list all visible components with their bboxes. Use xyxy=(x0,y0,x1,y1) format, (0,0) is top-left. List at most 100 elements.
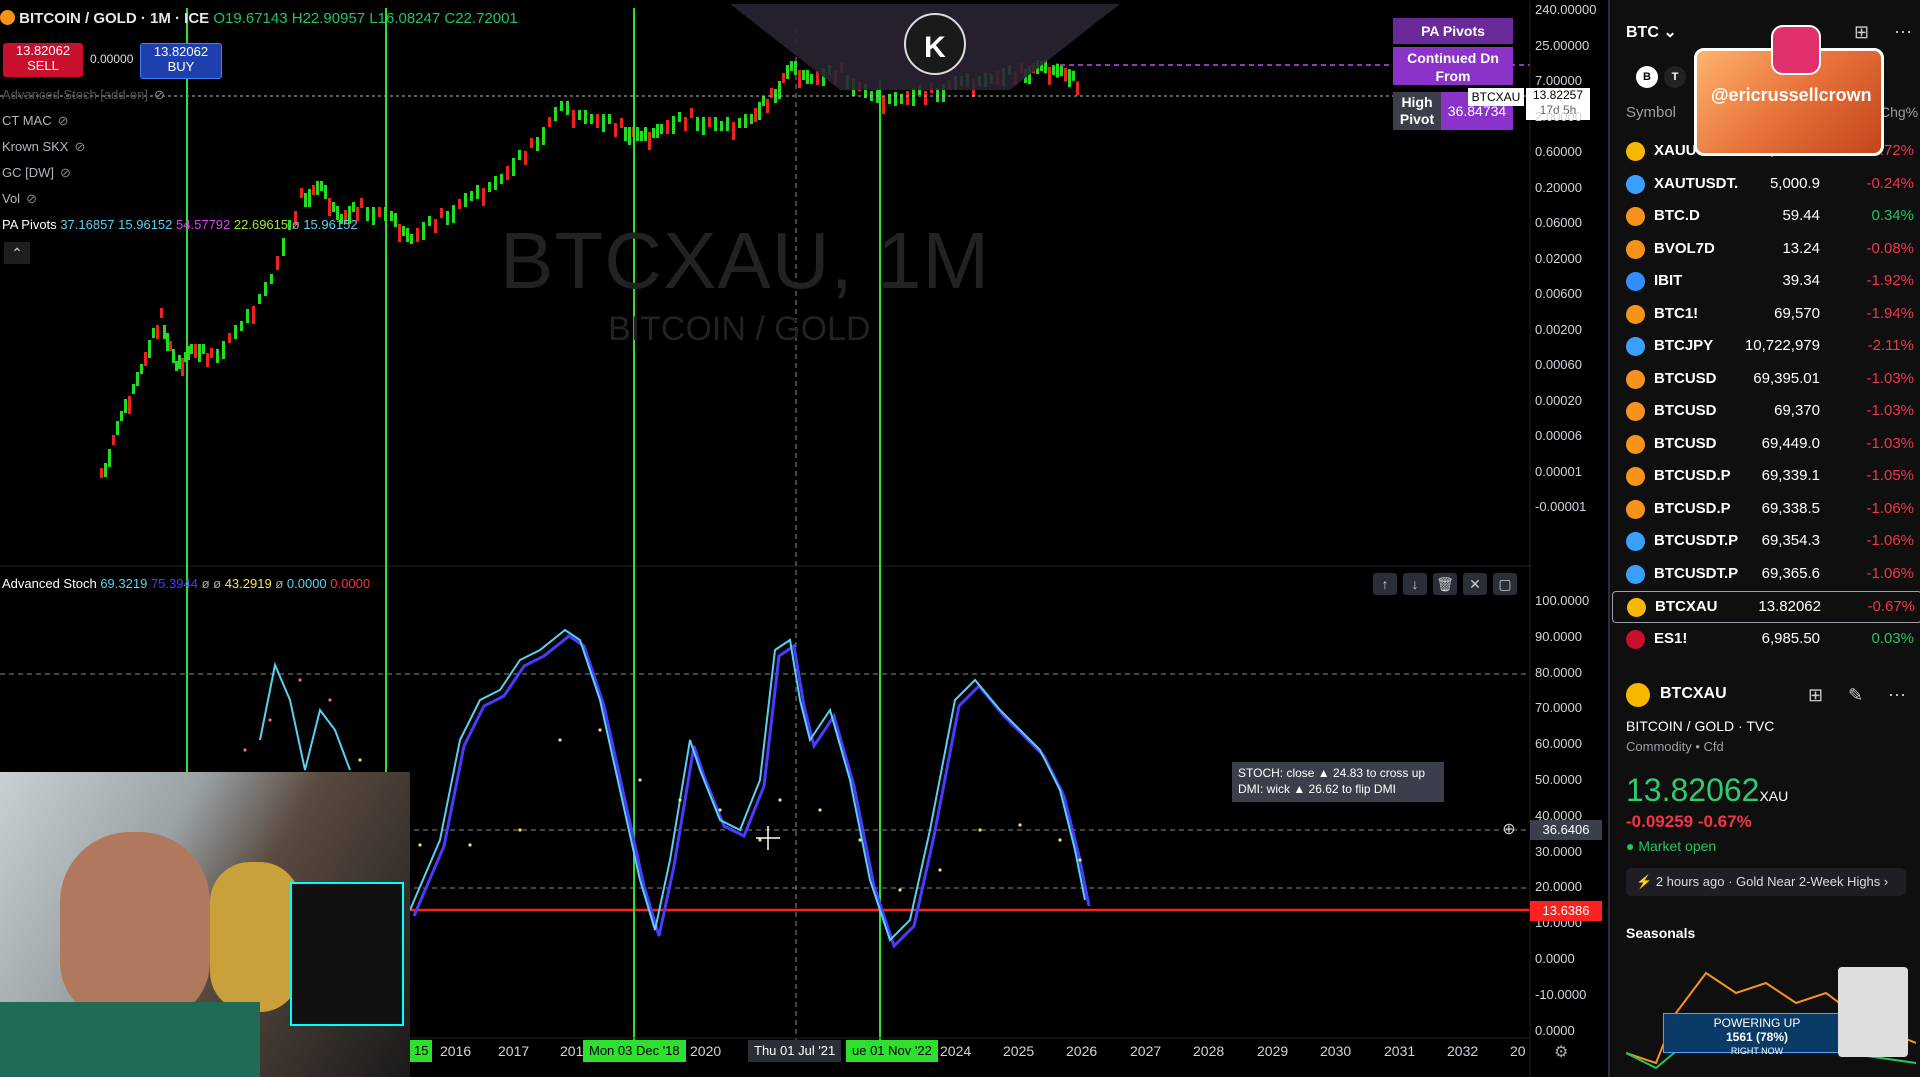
watermark-name: BITCOIN / GOLD xyxy=(608,310,871,348)
stoch-axis-label: 90.0000 xyxy=(1535,628,1582,644)
edit-icon[interactable]: ✎ xyxy=(1848,685,1863,706)
eye-off-icon[interactable]: ⊘ xyxy=(74,139,85,155)
sell-price: 13.82062 xyxy=(15,43,71,58)
watchlist-row[interactable]: ES1! 6,985.50 0.03% xyxy=(1612,624,1920,654)
indicator-advanced-stoch[interactable]: Advanced Stoch [add-on] ⊘ xyxy=(2,87,165,103)
watchlist-name[interactable]: BTC ⌄ xyxy=(1626,22,1677,42)
indicator-krown-skx[interactable]: Krown SKX ⊘ xyxy=(2,139,85,155)
sell-button[interactable]: 13.82062 SELL xyxy=(3,43,83,77)
layout-grid-icon[interactable]: ⊞ xyxy=(1854,22,1869,43)
indicator-gc-dw[interactable]: GC [DW] ⊘ xyxy=(2,165,71,181)
candle xyxy=(398,224,401,242)
instagram-overlay: @ericrussellcrown xyxy=(1694,25,1884,156)
watchlist-last: 69,338.5 xyxy=(1761,499,1820,517)
add-plus-icon[interactable]: ⊕ xyxy=(1499,820,1519,840)
buy-button[interactable]: 13.82062 BUY xyxy=(140,43,222,79)
watchlist-last: 69,370 xyxy=(1774,402,1820,419)
chart-header: BITCOIN / GOLD · 1M · ICE O19.67143 H22.… xyxy=(0,10,518,27)
watchlist-row[interactable]: IBIT 39.34 -1.92% xyxy=(1612,266,1920,296)
watchlist-symbol: BTCJPY xyxy=(1654,337,1714,354)
x-highlight-nov22: ue 01 Nov '22 xyxy=(846,1040,938,1062)
price-axis-label: 0.00200 xyxy=(1535,321,1582,337)
watchlist-row[interactable]: BTCUSD 69,449.0 -1.03% xyxy=(1612,429,1920,459)
price-axis-label: 0.00600 xyxy=(1535,286,1582,301)
price-axis-label: 0.00001 xyxy=(1535,463,1582,479)
stoch-axis-label: 100.0000 xyxy=(1535,593,1590,608)
eye-off-icon[interactable]: ⊘ xyxy=(58,113,69,129)
candle xyxy=(372,207,375,225)
stoch-dot xyxy=(358,758,362,762)
watchlist-last: 13.24 xyxy=(1782,239,1820,257)
stoch-dot xyxy=(818,808,822,812)
candle xyxy=(1072,70,1075,81)
btc-icon xyxy=(1626,207,1645,226)
collapse-icon[interactable]: ✕ xyxy=(1463,573,1487,595)
watchlist-row[interactable]: BTC.D 59.44 0.34% xyxy=(1612,201,1920,231)
time-axis-label: 2020 xyxy=(690,1043,722,1059)
watchlist-row[interactable]: BTCXAU 13.82062 -0.67% xyxy=(1612,591,1920,623)
candle xyxy=(786,65,789,79)
watchlist-row[interactable]: BTCUSD.P 69,338.5 -1.06% xyxy=(1612,494,1920,524)
watchlist-row[interactable]: BTC1! 69,570 -1.94% xyxy=(1612,299,1920,329)
time-axis-label: 2027 xyxy=(1130,1043,1162,1059)
candle xyxy=(660,124,663,134)
watchlist-row[interactable]: BVOL7D 13.24 -0.08% xyxy=(1612,234,1920,264)
grid-icon[interactable]: ⊞ xyxy=(1808,685,1823,706)
candle xyxy=(1064,67,1067,82)
watchlist-row[interactable]: XAUTUSDT. 5,000.9 -0.24% xyxy=(1612,169,1920,199)
candle xyxy=(720,121,723,131)
candle xyxy=(726,117,729,131)
candle xyxy=(452,205,455,223)
more-icon[interactable]: ⋯ xyxy=(1894,22,1912,43)
collapse-chevron-icon[interactable]: ⌃ xyxy=(4,242,30,264)
candle xyxy=(156,325,159,339)
trash-icon[interactable]: 🗑 xyxy=(1433,573,1457,595)
candle xyxy=(754,108,757,122)
watchlist-row[interactable]: BTCJPY 10,722,979 -2.11% xyxy=(1612,331,1920,361)
watchlist-row[interactable]: BTCUSDT.P 69,365.6 -1.06% xyxy=(1612,559,1920,589)
x-start-tag: 15 xyxy=(410,1040,433,1062)
candle xyxy=(584,110,587,124)
sell-label: SELL xyxy=(27,58,59,73)
move-up-icon[interactable]: ↑ xyxy=(1373,573,1397,595)
more-icon[interactable]: ⋯ xyxy=(1888,685,1906,706)
indicator-vol[interactable]: Vol ⊘ xyxy=(2,191,37,207)
b-icon[interactable]: B xyxy=(1636,66,1658,88)
settings-gear-icon[interactable]: ⚙ xyxy=(1554,1042,1568,1062)
stoch-dot xyxy=(778,798,782,802)
candle xyxy=(608,114,611,124)
news-item[interactable]: ⚡ 2 hours ago · Gold Near 2-Week Highs › xyxy=(1626,868,1906,896)
detail-symbol[interactable]: BTCXAU xyxy=(1660,685,1727,703)
candle xyxy=(906,91,909,105)
indicator-pa-pivots[interactable]: PA Pivots 37.16857 15.96152 54.57792 22.… xyxy=(2,217,358,232)
stoch-tooltip: STOCH: close ▲ 24.83 to cross up DMI: wi… xyxy=(1232,762,1444,802)
seasonals-title[interactable]: Seasonals xyxy=(1626,925,1695,941)
stoch-pane-label[interactable]: Advanced Stoch 69.3219 75.3944 ø ø 43.29… xyxy=(2,576,370,591)
detail-name[interactable]: BITCOIN / GOLD · TVC xyxy=(1626,718,1774,734)
col-symbol[interactable]: Symbol xyxy=(1626,104,1676,121)
watchlist-sidebar: BTC ⌄ B T ⊞ ⋯ Symbol Chg% XAUUSD5,021.28… xyxy=(1608,0,1920,1077)
eye-off-icon[interactable]: ⊘ xyxy=(154,87,165,103)
watchlist-symbol: BVOL7D xyxy=(1654,239,1715,257)
watchlist-row[interactable]: BTCUSDT.P 69,354.3 -1.06% xyxy=(1612,526,1920,556)
candle xyxy=(210,348,213,358)
col-chg[interactable]: Chg% xyxy=(1880,104,1918,120)
candle xyxy=(140,364,143,374)
maximize-icon[interactable]: ▢ xyxy=(1493,573,1517,595)
eye-off-icon[interactable]: ⊘ xyxy=(60,165,71,181)
gold-icon xyxy=(1627,598,1646,617)
candle xyxy=(112,435,115,445)
candle xyxy=(566,101,569,115)
watchlist-row[interactable]: BTCUSD 69,395.01 -1.03% xyxy=(1612,364,1920,394)
t-icon[interactable]: T xyxy=(1664,66,1686,88)
candle xyxy=(644,127,647,141)
candle xyxy=(1068,69,1071,88)
price-axis-label: 0.00006 xyxy=(1535,428,1582,443)
indicator-ct-mac[interactable]: CT MAC ⊘ xyxy=(2,113,69,129)
symbol-title[interactable]: BITCOIN / GOLD · 1M · ICE xyxy=(19,10,209,27)
watchlist-row[interactable]: BTCUSD 69,370 -1.03% xyxy=(1612,396,1920,426)
watchlist-row[interactable]: BTCUSD.P 69,339.1 -1.05% xyxy=(1612,461,1920,491)
move-down-icon[interactable]: ↓ xyxy=(1403,573,1427,595)
instagram-icon xyxy=(1771,25,1821,75)
eye-off-icon[interactable]: ⊘ xyxy=(26,191,37,207)
